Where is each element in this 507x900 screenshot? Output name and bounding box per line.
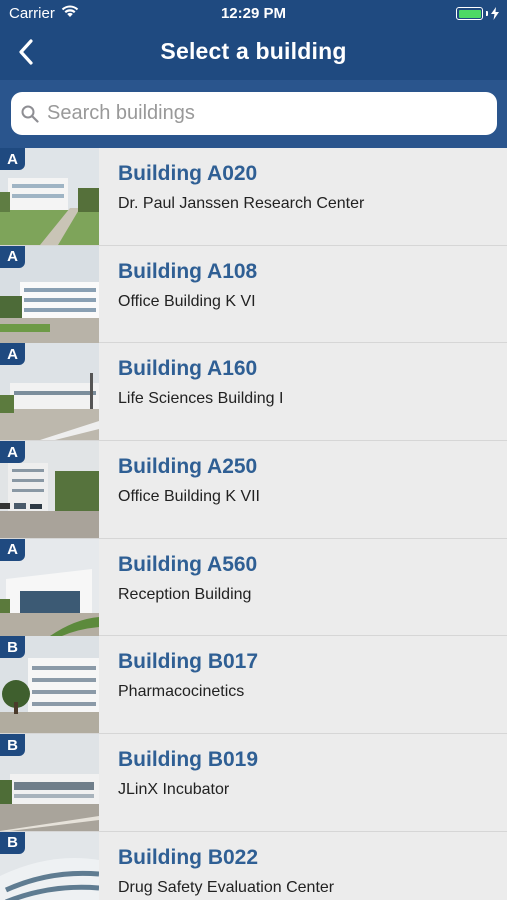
building-list-item[interactable]: B Building B022 Drug Safety Evaluation C… (0, 831, 507, 900)
building-title: Building B017 (118, 650, 259, 674)
search-bar (0, 80, 507, 148)
building-title: Building B019 (118, 748, 259, 772)
building-list-item[interactable]: A Building A160 Life Sciences Building I (0, 343, 507, 442)
building-subtitle: Reception Building (118, 585, 252, 603)
search-input[interactable] (47, 102, 477, 125)
building-subtitle: Office Building K VII (118, 488, 260, 506)
building-title: Building A020 (118, 162, 258, 185)
building-subtitle: Drug Safety Evaluation Center (118, 878, 335, 896)
battery-icon (456, 7, 499, 20)
building-list-item[interactable]: A Building A108 Office Building K VI (0, 245, 507, 344)
app-header: Carrier 12:29 PM Select a building (0, 0, 507, 80)
section-badge: A (0, 538, 25, 561)
building-list-item[interactable]: A Building A560 Reception Building (0, 538, 507, 637)
status-bar: Carrier 12:29 PM (0, 0, 507, 28)
status-time: 12:29 PM (220, 5, 287, 22)
building-title: Building B022 (118, 845, 259, 869)
section-badge: A (0, 441, 25, 464)
section-badge: A (0, 245, 25, 268)
section-badge: A (0, 148, 25, 170)
building-title: Building A108 (118, 259, 258, 283)
building-list: A Building A020 Dr. Paul Janssen Researc… (0, 148, 507, 900)
section-badge: B (0, 831, 25, 854)
building-list-item[interactable]: A Building A020 Dr. Paul Janssen Researc… (0, 148, 507, 246)
building-title: Building A160 (118, 357, 258, 381)
building-list-item[interactable]: B Building B017 Pharmacocinetics (0, 636, 507, 735)
section-badge: A (0, 343, 25, 366)
building-subtitle: Pharmacocinetics (118, 683, 245, 701)
building-list-item[interactable]: B Building B019 JLinX Incubator (0, 734, 507, 832)
search-icon (21, 105, 39, 123)
charging-bolt-icon (491, 7, 499, 20)
building-subtitle: Office Building K VI (118, 292, 256, 310)
building-title: Building A560 (118, 552, 258, 576)
building-subtitle: Life Sciences Building I (118, 390, 284, 408)
page-title: Select a building (160, 38, 347, 64)
search-box[interactable] (11, 92, 497, 135)
building-title: Building A250 (118, 455, 258, 479)
building-list-item[interactable]: A Building A250 Office Building K VII (0, 441, 507, 539)
section-badge: B (0, 734, 25, 757)
navigation-bar: Select a building (0, 28, 507, 76)
section-badge: B (0, 636, 25, 659)
building-subtitle: JLinX Incubator (118, 781, 230, 799)
building-subtitle: Dr. Paul Janssen Research Center (118, 195, 365, 212)
